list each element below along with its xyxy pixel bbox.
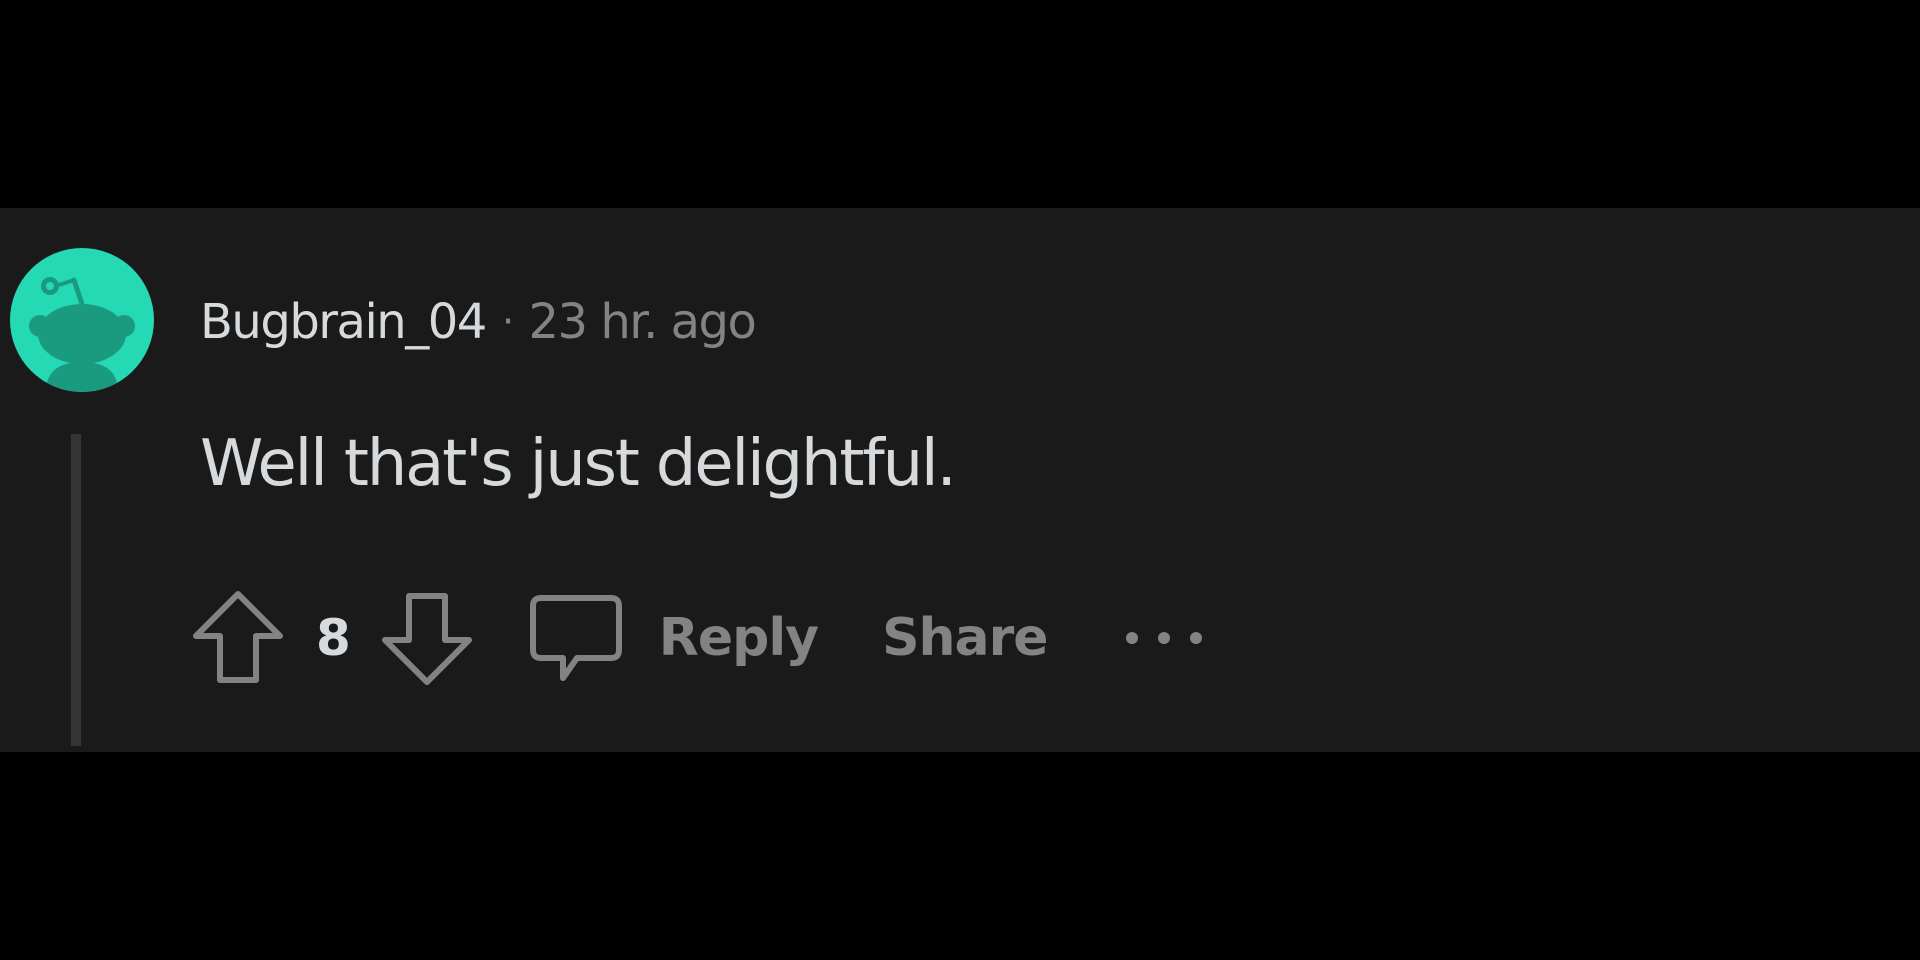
comment-meta: Bugbrain_04 · 23 hr. ago (200, 288, 757, 356)
comment-body: Well that's just delightful. (200, 427, 957, 501)
share-button[interactable]: Share (882, 608, 1048, 668)
more-options-button[interactable] (1122, 626, 1206, 650)
vote-count: 8 (316, 609, 351, 667)
more-options-icon (1125, 632, 1202, 644)
meta-separator: · (501, 299, 515, 345)
comment-actions: 8 Reply Share (190, 586, 1206, 690)
reply-icon-button[interactable] (527, 588, 625, 688)
comment-panel: Bugbrain_04 · 23 hr. ago Well that's jus… (0, 208, 1920, 752)
upvote-arrow-icon (193, 591, 283, 683)
thread-line[interactable] (71, 434, 81, 746)
comment-timestamp[interactable]: 23 hr. ago (529, 294, 757, 350)
user-avatar[interactable] (10, 248, 154, 392)
reply-button[interactable]: Reply (659, 608, 819, 668)
downvote-arrow-icon (381, 593, 472, 685)
upvote-button[interactable] (190, 588, 286, 688)
username-link[interactable]: Bugbrain_04 (200, 294, 487, 350)
snoo-avatar-icon (29, 277, 135, 392)
downvote-button[interactable] (379, 588, 475, 688)
speech-bubble-icon (529, 595, 622, 681)
